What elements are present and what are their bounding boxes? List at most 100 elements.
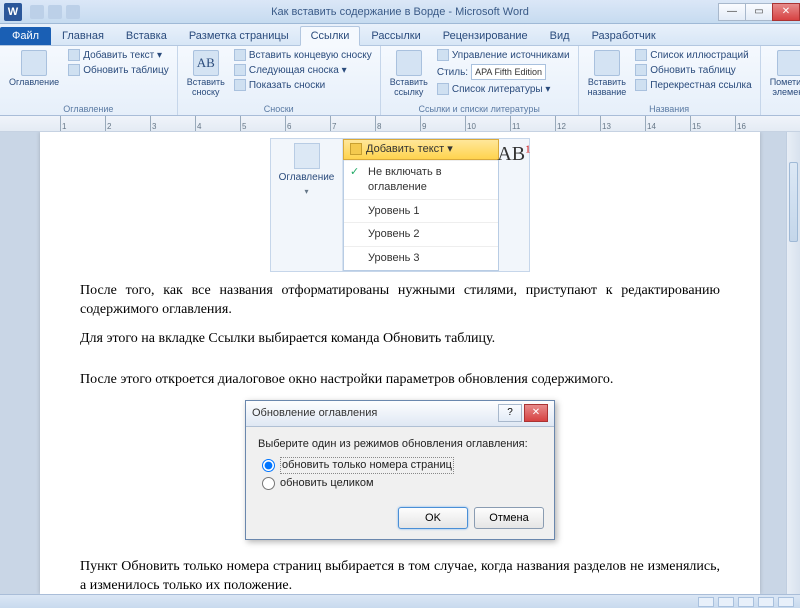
cancel-button[interactable]: Отмена <box>474 507 544 529</box>
quick-access-toolbar <box>30 5 80 19</box>
insert-caption-button[interactable]: Вставить название <box>585 48 630 100</box>
horizontal-ruler[interactable]: 12345678910111213141516 <box>0 116 800 132</box>
app-icon: W <box>4 3 22 21</box>
show-icon <box>234 79 246 91</box>
caption-icon <box>594 50 620 76</box>
tab-file[interactable]: Файл <box>0 27 51 45</box>
paragraph: Для этого на вкладке Ссылки выбирается к… <box>80 330 720 349</box>
embedded-ribbon-dropdown: Оглавление ▾ Добавить текст ▾ Не включат… <box>270 138 530 272</box>
sources-icon <box>437 49 449 61</box>
insert-endnote-button[interactable]: Вставить концевую сноску <box>232 48 374 62</box>
tab-references[interactable]: Ссылки <box>300 26 361 46</box>
add-text-dropdown-header: Добавить текст ▾ <box>343 139 499 160</box>
plus-icon <box>350 143 362 155</box>
manage-sources-button[interactable]: Управление источниками <box>435 48 572 62</box>
menu-item-level1[interactable]: Уровень 1 <box>344 199 498 223</box>
insert-citation-button[interactable]: Вставить ссылку <box>387 48 431 100</box>
radio-page-numbers[interactable]: обновить только номера страниц <box>262 457 542 474</box>
ruler-tick: 2 <box>105 116 150 131</box>
tab-developer[interactable]: Разработчик <box>581 26 667 45</box>
minimize-button[interactable]: — <box>718 3 746 21</box>
titlebar: W Как вставить содержание в Ворде - Micr… <box>0 0 800 24</box>
embedded-dialog: Обновление оглавления ? ✕ Выберите один … <box>245 400 555 541</box>
dialog-help-button[interactable]: ? <box>498 404 522 422</box>
group-captions: Вставить название Список иллюстраций Обн… <box>579 46 761 115</box>
dialog-prompt: Выберите один из режимов обновления огла… <box>258 437 542 452</box>
ruler-tick: 4 <box>195 116 240 131</box>
style-row: Стиль: APA Fifth Edition <box>435 63 572 81</box>
ab-superscript-icon: AB1 <box>497 141 530 168</box>
ruler-tick: 5 <box>240 116 285 131</box>
menu-item-level3[interactable]: Уровень 3 <box>344 246 498 270</box>
ruler-tick: 1 <box>60 116 105 131</box>
group-toc: Оглавление Добавить текст ▾ Обновить таб… <box>0 46 178 115</box>
scrollbar-thumb[interactable] <box>789 162 798 242</box>
update-caption-table-button[interactable]: Обновить таблицу <box>633 63 753 77</box>
tab-insert[interactable]: Вставка <box>115 26 178 45</box>
menu-item-level2[interactable]: Уровень 2 <box>344 222 498 246</box>
ruler-tick: 8 <box>375 116 420 131</box>
ribbon-tabs: Файл Главная Вставка Разметка страницы С… <box>0 24 800 46</box>
dialog-titlebar: Обновление оглавления ? ✕ <box>246 401 554 427</box>
close-button[interactable]: ✕ <box>772 3 800 21</box>
tab-view[interactable]: Вид <box>539 26 581 45</box>
ruler-tick: 3 <box>150 116 195 131</box>
document-area: Оглавление ▾ Добавить текст ▾ Не включат… <box>0 132 800 594</box>
crossref-icon <box>635 79 647 91</box>
ruler-tick: 14 <box>645 116 690 131</box>
ab-icon: AB <box>193 50 219 76</box>
toc-button[interactable]: Оглавление <box>6 48 62 90</box>
endnote-icon <box>234 49 246 61</box>
dialog-title: Обновление оглавления <box>252 406 496 421</box>
ok-button[interactable]: OK <box>398 507 468 529</box>
insert-footnote-button[interactable]: AB Вставить сноску <box>184 48 228 100</box>
radio-entire[interactable]: обновить целиком <box>262 476 542 491</box>
bibliography-button[interactable]: Список литературы ▾ <box>435 82 572 96</box>
view-web-icon[interactable] <box>738 597 754 607</box>
tab-home[interactable]: Главная <box>51 26 115 45</box>
tab-mailings[interactable]: Рассылки <box>360 26 431 45</box>
toc-icon <box>21 50 47 76</box>
maximize-button[interactable]: ▭ <box>745 3 773 21</box>
next-footnote-button[interactable]: Следующая сноска ▾ <box>232 63 374 77</box>
biblio-icon <box>437 83 449 95</box>
qat-save-icon[interactable] <box>30 5 44 19</box>
menu-item-not-include[interactable]: Не включать в оглавление <box>344 160 498 199</box>
page[interactable]: Оглавление ▾ Добавить текст ▾ Не включат… <box>40 132 760 594</box>
view-draft-icon[interactable] <box>778 597 794 607</box>
cross-reference-button[interactable]: Перекрестная ссылка <box>633 78 753 92</box>
toc-icon <box>294 143 320 169</box>
ruler-tick: 10 <box>465 116 510 131</box>
window-title: Как вставить содержание в Ворде - Micros… <box>271 6 529 18</box>
refresh-icon <box>68 64 80 76</box>
paragraph: После того, как все названия отформатиро… <box>80 282 720 320</box>
view-reading-icon[interactable] <box>718 597 734 607</box>
qat-undo-icon[interactable] <box>48 5 62 19</box>
table-figures-button[interactable]: Список иллюстраций <box>633 48 753 62</box>
qat-redo-icon[interactable] <box>66 5 80 19</box>
group-footnotes: AB Вставить сноску Вставить концевую сно… <box>178 46 381 115</box>
ruler-tick: 13 <box>600 116 645 131</box>
group-citations: Вставить ссылку Управление источниками С… <box>381 46 579 115</box>
update-table-button[interactable]: Обновить таблицу <box>66 63 171 77</box>
ruler-tick: 11 <box>510 116 555 131</box>
plus-icon <box>68 49 80 61</box>
view-print-layout-icon[interactable] <box>698 597 714 607</box>
radio-input[interactable] <box>262 477 275 490</box>
style-combo[interactable]: APA Fifth Edition <box>471 64 546 80</box>
radio-input[interactable] <box>262 459 275 472</box>
mark-entry-button[interactable]: Пометить элемент <box>767 48 800 100</box>
tab-page-layout[interactable]: Разметка страницы <box>178 26 300 45</box>
ruler-tick: 9 <box>420 116 465 131</box>
show-notes-button[interactable]: Показать сноски <box>232 78 374 92</box>
view-outline-icon[interactable] <box>758 597 774 607</box>
ruler-tick: 16 <box>735 116 780 131</box>
ribbon: Оглавление Добавить текст ▾ Обновить таб… <box>0 46 800 116</box>
tab-review[interactable]: Рецензирование <box>432 26 539 45</box>
vertical-scrollbar[interactable] <box>786 132 800 594</box>
ruler-tick: 7 <box>330 116 375 131</box>
paragraph: Пункт Обновить только номера страниц выб… <box>80 558 720 594</box>
mark-icon <box>777 50 800 76</box>
add-text-button[interactable]: Добавить текст ▾ <box>66 48 171 62</box>
dialog-close-button[interactable]: ✕ <box>524 404 548 422</box>
